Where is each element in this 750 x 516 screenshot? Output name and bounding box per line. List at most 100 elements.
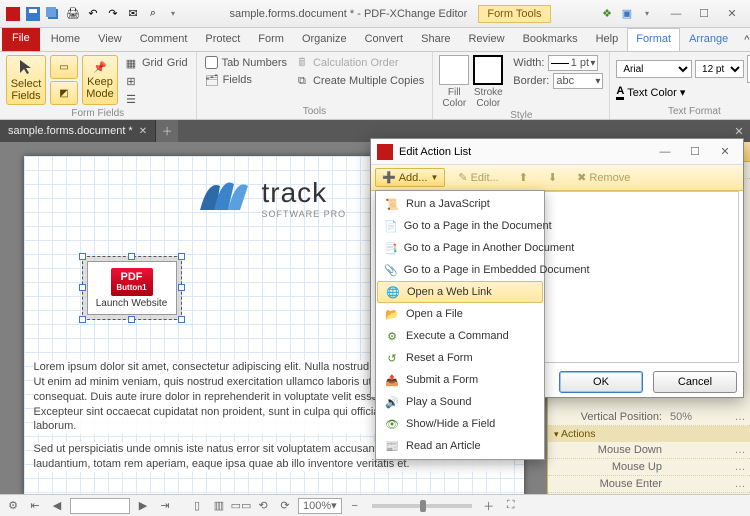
menu-item-open-a-file[interactable]: 📂Open a File (376, 303, 544, 325)
resize-handle[interactable] (178, 316, 185, 323)
qat-more-icon[interactable] (164, 5, 182, 23)
width-value[interactable]: 1 pt▾ (548, 55, 598, 71)
highlight-fields-button[interactable]: ▭ (50, 55, 78, 79)
push-button-field[interactable]: PDF Button1 Launch Website (82, 256, 182, 320)
resize-handle[interactable] (79, 253, 86, 260)
more-icon[interactable]: … (734, 478, 746, 490)
resize-handle[interactable] (128, 316, 135, 323)
document-tab[interactable]: sample.forms.document * ✕ (0, 120, 156, 142)
grid-toggle[interactable]: ▦GridGrid (122, 55, 190, 71)
zoom-value[interactable]: 100% ▾ (298, 498, 342, 514)
field-type-button[interactable]: ◩ (50, 81, 78, 105)
scan-icon[interactable]: ⌕ (144, 5, 162, 23)
resize-handle[interactable] (79, 316, 86, 323)
add-action-button[interactable]: ➕Add...▼ (375, 168, 445, 187)
snap-toggle[interactable]: ⊞ (122, 73, 190, 89)
tab-organize[interactable]: Organize (293, 28, 356, 51)
fit-page-icon[interactable]: ⛶ (502, 498, 520, 514)
nav-next-icon[interactable]: ▶ (134, 498, 152, 514)
select-fields-button[interactable]: Select Fields (6, 55, 46, 105)
layout-more-icon[interactable] (638, 5, 656, 23)
more-icon[interactable]: … (734, 411, 746, 423)
zoom-out-icon[interactable]: − (346, 498, 364, 514)
dialog-close-icon[interactable]: ✕ (713, 145, 737, 158)
font-size-select[interactable]: 12 pt (695, 60, 744, 78)
tab-review[interactable]: Review (459, 28, 513, 51)
tab-numbers-button[interactable]: Tab Numbers (203, 55, 289, 70)
app-icon[interactable] (4, 5, 22, 23)
more-icon[interactable]: … (734, 444, 746, 456)
maximize-button[interactable]: ☐ (690, 4, 718, 24)
tab-bookmarks[interactable]: Bookmarks (514, 28, 587, 51)
menu-item-play-a-sound[interactable]: 🔊Play a Sound (376, 391, 544, 413)
layout-cont-icon[interactable]: ▥ (210, 498, 228, 514)
zoom-thumb[interactable] (420, 500, 426, 512)
font-select[interactable]: Arial (616, 60, 692, 78)
fill-color-button[interactable]: Fill Color (439, 55, 469, 109)
collapse-ribbon-icon[interactable]: ^ (737, 31, 750, 49)
prop-row-action[interactable]: Mouse Down… (548, 442, 750, 459)
save-icon[interactable] (24, 5, 42, 23)
close-button[interactable]: ✕ (718, 4, 746, 24)
tab-format[interactable]: Format (627, 28, 680, 51)
tab-arrange[interactable]: Arrange (680, 28, 737, 51)
prop-row-action[interactable]: Mouse Enter… (548, 476, 750, 493)
tab-convert[interactable]: Convert (356, 28, 413, 51)
text-color-button[interactable]: AText Color ▾ (616, 85, 685, 100)
tab-view[interactable]: View (89, 28, 131, 51)
resize-handle[interactable] (128, 253, 135, 260)
zoom-slider[interactable] (372, 504, 472, 508)
resize-handle[interactable] (178, 253, 185, 260)
minimize-button[interactable]: — (662, 4, 690, 24)
nav-last-icon[interactable]: ⇥ (156, 498, 174, 514)
menu-item-go-to-a-page-in-embedded-document[interactable]: 📎Go to a Page in Embedded Document (376, 259, 544, 281)
tab-protect[interactable]: Protect (196, 28, 249, 51)
layout-single-icon[interactable]: ▯ (188, 498, 206, 514)
layout-icon[interactable]: ▣ (618, 5, 636, 23)
prop-row-vpos[interactable]: Vertical Position:50%… (548, 409, 750, 426)
tab-numbers-check[interactable] (205, 56, 218, 69)
file-tab[interactable]: File (2, 28, 40, 51)
page-number[interactable] (70, 498, 130, 514)
ok-button[interactable]: OK (559, 371, 643, 393)
tab-home[interactable]: Home (42, 28, 89, 51)
more-icon[interactable]: … (734, 461, 746, 473)
tab-share[interactable]: Share (412, 28, 459, 51)
menu-item-reset-a-form[interactable]: ↺Reset a Form (376, 347, 544, 369)
border-value[interactable]: abc▾ (553, 73, 603, 89)
resize-handle[interactable] (178, 284, 185, 291)
tab-form[interactable]: Form (249, 28, 293, 51)
nav-prev-icon[interactable]: ◀ (48, 498, 66, 514)
multiple-copies-button[interactable]: ⧉Create Multiple Copies (293, 73, 426, 89)
layout-facing-icon[interactable]: ▭▭ (232, 498, 250, 514)
menu-item-submit-a-form[interactable]: 📤Submit a Form (376, 369, 544, 391)
dialog-titlebar[interactable]: Edit Action List — ☐ ✕ (371, 139, 743, 165)
stroke-color-button[interactable]: Stroke Color (473, 55, 503, 109)
menu-item-go-to-a-page-in-another-document[interactable]: 📑Go to a Page in Another Document (376, 237, 544, 259)
fields-button[interactable]: 🗂Fields (203, 72, 289, 88)
nav-first-icon[interactable]: ⇤ (26, 498, 44, 514)
dialog-minimize-icon[interactable]: — (653, 146, 677, 158)
ui-options-icon[interactable]: ❖ (598, 5, 616, 23)
prop-row-action[interactable]: Mouse Up… (548, 459, 750, 476)
cancel-button[interactable]: Cancel (653, 371, 737, 393)
resize-handle[interactable] (79, 284, 86, 291)
menu-item-open-a-web-link[interactable]: 🌐Open a Web Link (377, 281, 543, 303)
options-icon[interactable]: ⚙ (4, 498, 22, 514)
menu-item-show-hide-a-field[interactable]: 👁Show/Hide a Field (376, 413, 544, 435)
menu-item-go-to-a-page-in-the-document[interactable]: 📄Go to a Page in the Document (376, 215, 544, 237)
rotate-ccw-icon[interactable]: ⟲ (254, 498, 272, 514)
document-tab-close-icon[interactable]: ✕ (139, 126, 147, 137)
menu-item-execute-a-command[interactable]: ⚙Execute a Command (376, 325, 544, 347)
dialog-maximize-icon[interactable]: ☐ (683, 145, 707, 158)
menu-item-run-a-javascript[interactable]: 📜Run a JavaScript (376, 193, 544, 215)
tab-help[interactable]: Help (587, 28, 628, 51)
guides-toggle[interactable]: ☰ (122, 91, 190, 107)
tab-comment[interactable]: Comment (131, 28, 197, 51)
rotate-cw-icon[interactable]: ⟳ (276, 498, 294, 514)
mail-icon[interactable]: ✉ (124, 5, 142, 23)
print-icon[interactable]: 🖨 (64, 5, 82, 23)
redo-icon[interactable]: ↷ (104, 5, 122, 23)
prop-section-actions[interactable]: Actions (548, 426, 750, 442)
zoom-in-icon[interactable]: ＋ (480, 498, 498, 514)
